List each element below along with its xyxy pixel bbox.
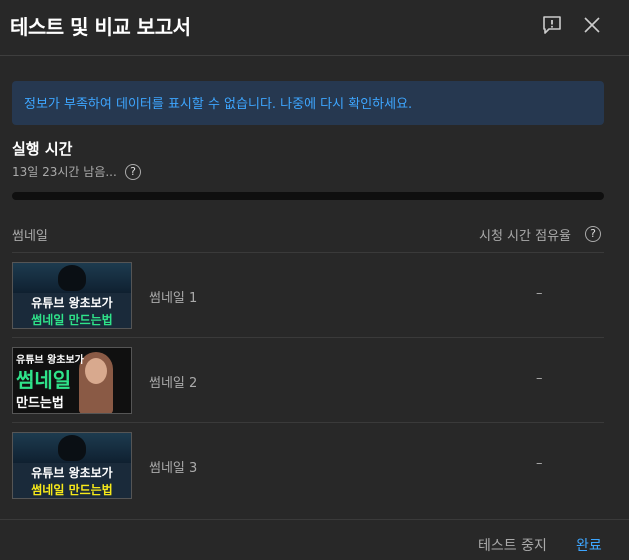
done-button[interactable]: 완료	[576, 535, 602, 555]
feedback-icon[interactable]	[541, 14, 563, 36]
runtime-progress-bar	[12, 192, 604, 200]
row-label: 썸네일 1	[149, 291, 198, 306]
runtime-remaining: 13일 23시간 남음...	[12, 165, 117, 179]
thumbnail-image: 유튜브 왕초보가 썸네일 만드는법	[12, 347, 132, 414]
row-value: –	[536, 456, 543, 471]
table-row[interactable]: 유튜브 왕초보가 썸네일 만드는법 썸네일 2 –	[0, 338, 629, 423]
row-label: 썸네일 3	[149, 461, 198, 476]
thumbnail-image: 유튜브 왕초보가 썸네일 만드는법	[12, 432, 132, 499]
footer-divider	[0, 519, 629, 520]
thumbnail-subline: 썸네일	[16, 368, 72, 392]
runtime-help-icon[interactable]: ?	[125, 164, 141, 180]
close-icon[interactable]	[581, 14, 603, 36]
thumbnail-headline: 유튜브 왕초보가	[31, 296, 113, 310]
column-watch-share: 시청 시간 점유율	[479, 229, 571, 244]
column-thumbnail: 썸네일	[12, 229, 48, 244]
dialog-header: 테스트 및 비교 보고서	[0, 0, 629, 56]
row-value: –	[536, 286, 543, 301]
thumbnail-subline: 썸네일 만드는법	[31, 313, 113, 327]
dialog-title: 테스트 및 비교 보고서	[10, 15, 191, 39]
thumbnail-image: 유튜브 왕초보가 썸네일 만드는법	[12, 262, 132, 329]
thumbnail-headline: 유튜브 왕초보가	[31, 466, 113, 480]
thumbnail-figure	[58, 435, 86, 461]
info-banner: 정보가 부족하여 데이터를 표시할 수 없습니다. 나중에 다시 확인하세요.	[12, 81, 604, 125]
watch-share-help-icon[interactable]: ?	[585, 226, 601, 242]
row-label: 썸네일 2	[149, 376, 198, 391]
row-value: –	[536, 371, 543, 386]
thumbnail-subline: 썸네일 만드는법	[31, 483, 113, 497]
thumbnail-third-line: 만드는법	[16, 396, 64, 411]
runtime-title: 실행 시간	[12, 140, 73, 158]
thumbnail-figure	[58, 265, 86, 291]
table-row[interactable]: 유튜브 왕초보가 썸네일 만드는법 썸네일 1 –	[0, 253, 629, 338]
table-row[interactable]: 유튜브 왕초보가 썸네일 만드는법 썸네일 3 –	[0, 423, 629, 508]
stop-test-button[interactable]: 테스트 중지	[478, 535, 547, 555]
info-banner-text: 정보가 부족하여 데이터를 표시할 수 없습니다. 나중에 다시 확인하세요.	[24, 97, 413, 112]
